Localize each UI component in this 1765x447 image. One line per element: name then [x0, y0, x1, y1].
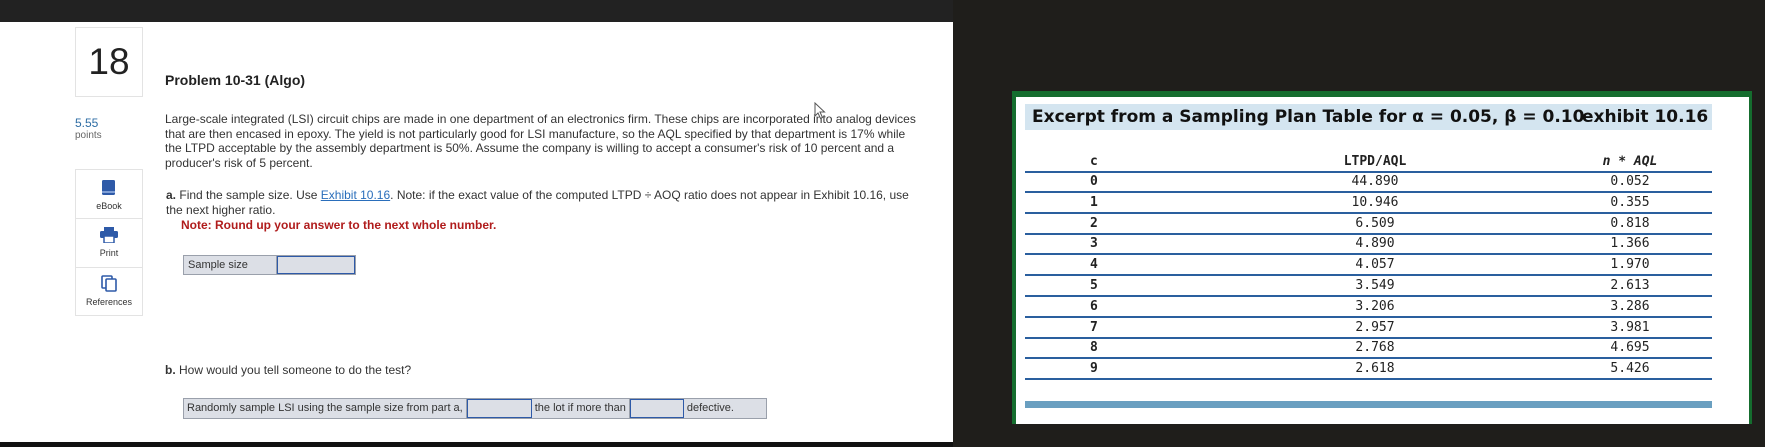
row-divider: [1025, 253, 1712, 256]
table-cell-ltpd: 3.549: [1355, 278, 1395, 293]
row-divider: [1025, 295, 1712, 297]
part-b-text: How would you tell someone to do the tes…: [179, 363, 412, 377]
test-instruction-row: Randomly sample LSI using the sample siz…: [183, 398, 767, 419]
row-divider: [1025, 191, 1712, 193]
table-cell-naql: 0.052: [1610, 174, 1650, 189]
exhibit-label: exhibit 10.16: [1582, 107, 1709, 127]
exhibit-bottom-bar: [1025, 401, 1712, 408]
question-number: 18: [75, 27, 143, 97]
table-cell-naql: 4.695: [1610, 340, 1650, 356]
row-divider: [1025, 171, 1712, 173]
part-b-question: b. How would you tell someone to do the …: [165, 363, 411, 377]
table-cell-c: 1: [1090, 194, 1098, 210]
table-cell-ltpd: 4.890: [1355, 236, 1395, 252]
table-cell-c: 3: [1090, 236, 1098, 252]
part-a-text-before: Find the sample size. Use: [179, 188, 321, 202]
table-cell-c: 4: [1090, 257, 1098, 273]
print-button[interactable]: Print: [76, 219, 142, 267]
ebook-label: eBook: [96, 201, 122, 211]
table-cell-ltpd: 44.890: [1351, 174, 1399, 189]
table-cell-c: 6: [1090, 298, 1098, 314]
instruction-segment-2: the lot if more than: [532, 399, 630, 418]
header-ltpd: LTPD/AQL: [1343, 154, 1407, 169]
rounding-note: Note: Round up your answer to the next w…: [181, 218, 497, 232]
table-cell-c: 2: [1090, 215, 1098, 231]
defective-count-input[interactable]: [629, 399, 684, 418]
instruction-segment-1: Randomly sample LSI using the sample siz…: [184, 399, 467, 418]
book-icon: [102, 180, 115, 195]
print-label: Print: [99, 248, 119, 258]
exhibit-link[interactable]: Exhibit 10.16: [321, 188, 390, 202]
table-cell-c: 9: [1090, 361, 1098, 377]
documents-icon: [101, 275, 117, 292]
references-label: References: [85, 297, 133, 307]
problem-title: Problem 10-31 (Algo): [165, 72, 306, 88]
row-divider: [1025, 357, 1712, 360]
header-naql: n * AQL: [1602, 154, 1658, 169]
ebook-button[interactable]: eBook: [76, 170, 142, 218]
row-divider: [1025, 274, 1712, 277]
part-b-letter: b.: [165, 363, 176, 377]
header-c: c: [1090, 154, 1098, 169]
row-divider: [1025, 378, 1712, 381]
instruction-segment-3: defective.: [686, 402, 734, 414]
table-cell-c: 8: [1090, 340, 1098, 356]
sample-size-label: Sample size: [184, 256, 277, 274]
table-cell-ltpd: 10.946: [1351, 194, 1399, 210]
row-divider: [1025, 232, 1712, 235]
table-cell-naql: 1.970: [1610, 257, 1650, 273]
problem-paragraph: Large-scale integrated (LSI) circuit chi…: [165, 112, 916, 170]
table-cell-ltpd: 4.057: [1355, 257, 1395, 273]
table-cell-c: 7: [1090, 319, 1098, 335]
table-cell-naql: 2.613: [1610, 278, 1650, 293]
table-cell-naql: 0.355: [1610, 194, 1650, 210]
question-panel: 18 5.55 points eBook Print References Pr…: [0, 22, 953, 442]
tools-panel: eBook Print References: [75, 169, 143, 316]
accept-reject-dropdown[interactable]: [466, 399, 532, 418]
table-cell-c: 0: [1090, 174, 1098, 189]
sample-size-row: Sample size: [183, 255, 356, 275]
mouse-cursor-icon: [814, 102, 826, 120]
table-cell-naql: 5.426: [1610, 361, 1650, 377]
table-cell-ltpd: 2.957: [1355, 319, 1395, 335]
table-cell-ltpd: 6.509: [1355, 215, 1395, 231]
part-a-question: a. Find the sample size. Use Exhibit 10.…: [166, 188, 926, 217]
table-cell-ltpd: 2.618: [1355, 361, 1395, 377]
part-a-letter: a.: [166, 188, 177, 202]
table-cell-naql: 1.366: [1610, 236, 1650, 252]
exhibit-title: Excerpt from a Sampling Plan Table for α…: [1032, 107, 1585, 127]
table-cell-naql: 0.818: [1610, 215, 1650, 231]
bottom-edge: [0, 442, 953, 447]
table-cell-ltpd: 2.768: [1355, 340, 1395, 356]
table-cell-ltpd: 3.206: [1355, 298, 1395, 314]
row-divider: [1025, 336, 1712, 339]
references-button[interactable]: References: [76, 268, 142, 316]
printer-icon: [100, 227, 118, 243]
points-label: points: [75, 130, 102, 141]
table-cell-c: 5: [1090, 278, 1098, 293]
row-divider: [1025, 315, 1712, 318]
row-divider: [1025, 211, 1712, 214]
points-value: 5.55: [75, 116, 99, 130]
sample-size-input[interactable]: [277, 256, 355, 274]
table-cell-naql: 3.286: [1610, 298, 1650, 314]
top-bar: [0, 0, 953, 22]
table-cell-naql: 3.981: [1610, 319, 1650, 335]
